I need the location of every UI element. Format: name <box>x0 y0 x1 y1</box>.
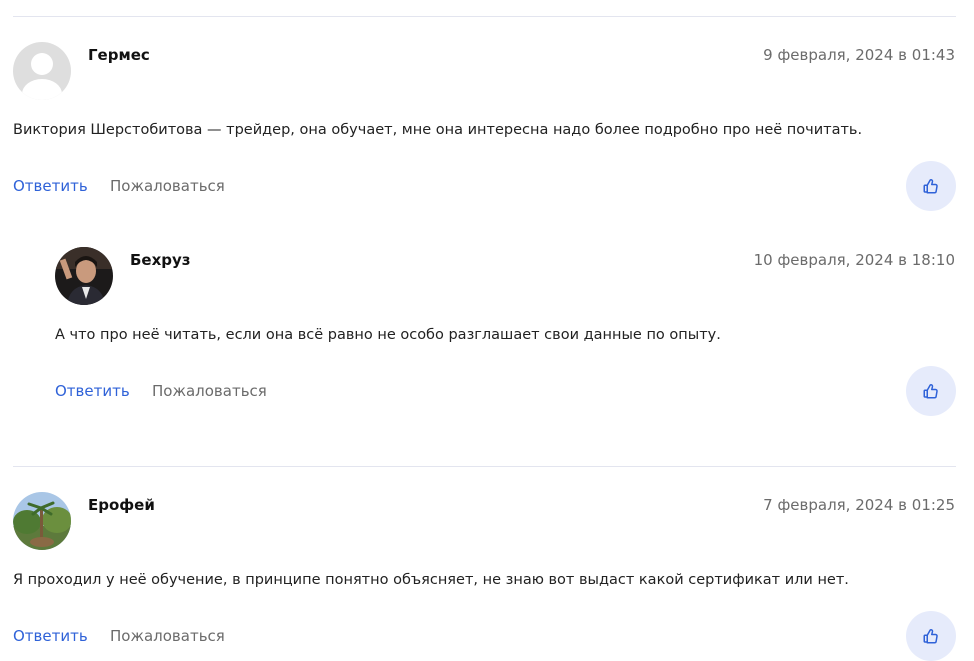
reply-button[interactable]: Ответить <box>13 627 88 645</box>
comment-text: А что про неё читать, если она всё равно… <box>55 327 721 343</box>
report-button[interactable]: Пожаловаться <box>110 627 225 645</box>
thumbs-up-icon <box>923 629 938 644</box>
avatar <box>55 247 113 305</box>
like-button[interactable] <box>906 161 956 211</box>
comment-date: 9 февраля, 2024 в 01:43 <box>763 46 955 64</box>
photo-palm-trees-avatar-icon <box>13 492 71 550</box>
reply-button[interactable]: Ответить <box>55 382 130 400</box>
comment-author: Гермес <box>88 46 150 64</box>
comment-item: Гермес 9 февраля, 2024 в 01:43 Виктория … <box>0 0 974 211</box>
comment-date: 10 февраля, 2024 в 18:10 <box>753 251 955 269</box>
report-button[interactable]: Пожаловаться <box>110 177 225 195</box>
thumbs-up-icon <box>923 179 938 194</box>
comment-item: Ерофей 7 февраля, 2024 в 01:25 Я проходи… <box>0 450 974 661</box>
comment-author: Ерофей <box>88 496 155 514</box>
comment-text: Виктория Шерстобитова — трейдер, она обу… <box>13 122 863 138</box>
avatar <box>13 492 71 550</box>
reply-comment-item: Бехруз 10 февраля, 2024 в 18:10 А что пр… <box>0 205 974 416</box>
comment-date: 7 февраля, 2024 в 01:25 <box>763 496 955 514</box>
reply-button[interactable]: Ответить <box>13 177 88 195</box>
like-button[interactable] <box>906 366 956 416</box>
thumbs-up-icon <box>923 384 938 399</box>
photo-person-avatar-icon <box>55 247 113 305</box>
avatar <box>13 42 71 100</box>
like-button[interactable] <box>906 611 956 661</box>
comment-text: Я проходил у неё обучение, в принципе по… <box>13 572 849 588</box>
default-user-avatar-icon <box>13 42 71 100</box>
report-button[interactable]: Пожаловаться <box>152 382 267 400</box>
comment-author: Бехруз <box>130 251 191 269</box>
